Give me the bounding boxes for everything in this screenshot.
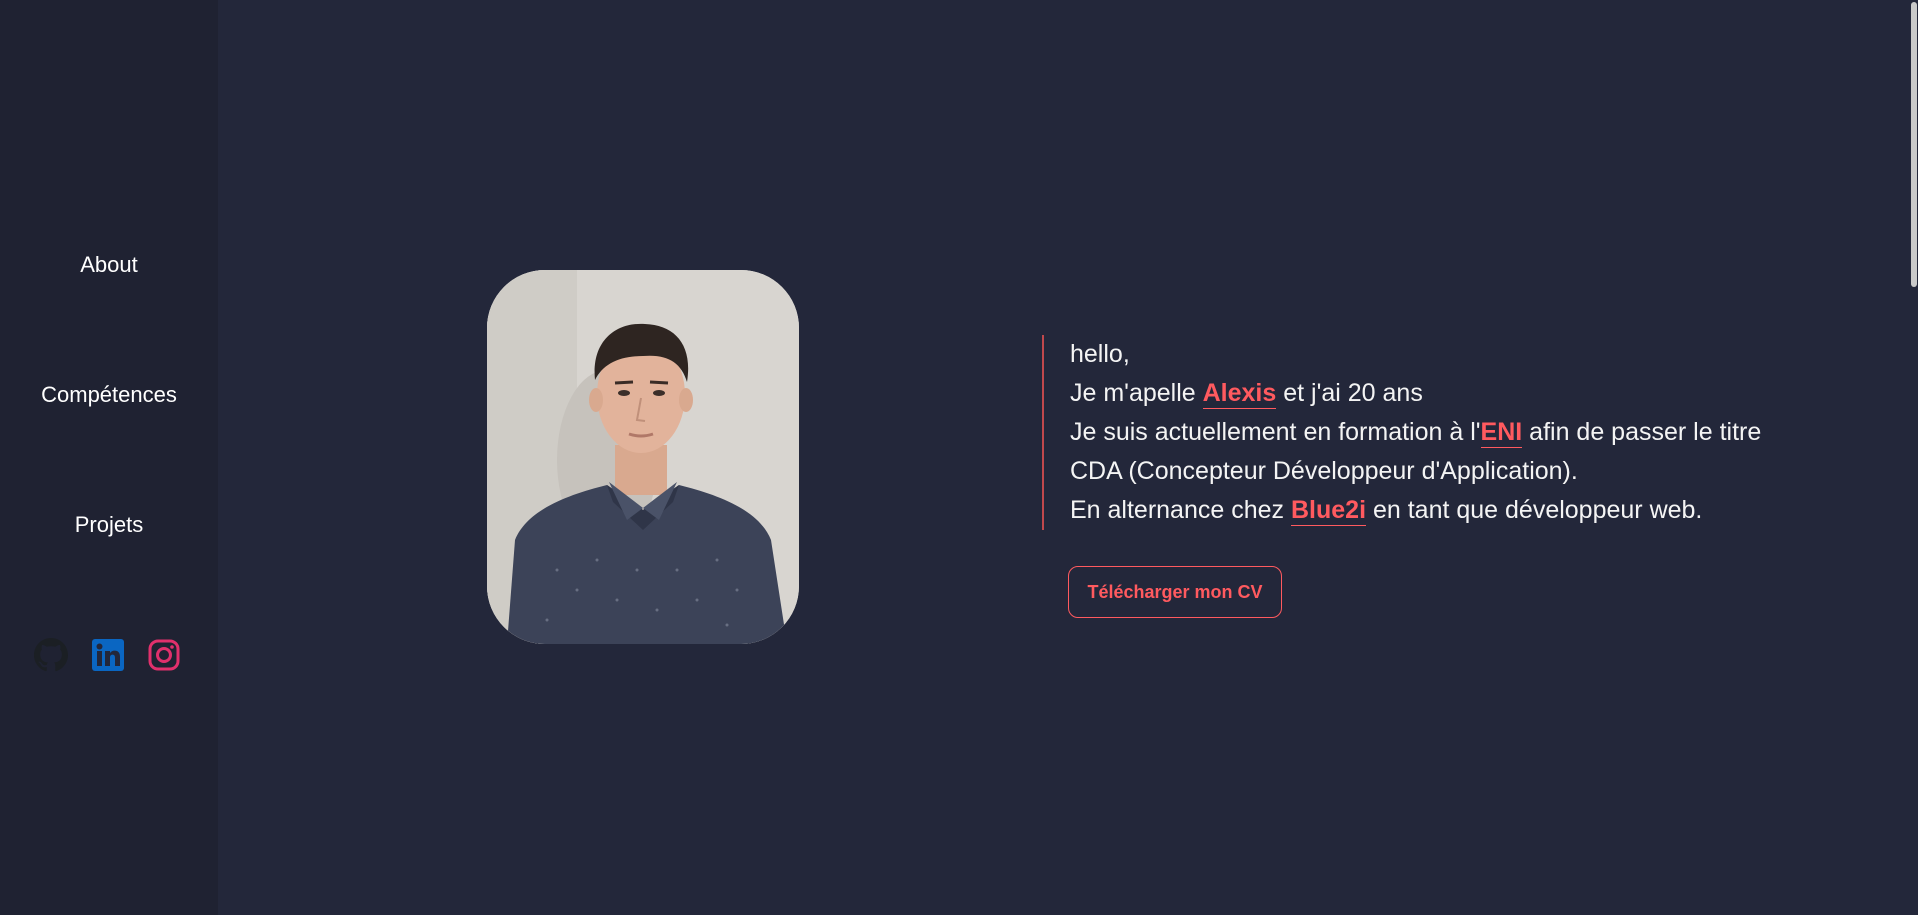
intro-line-title: CDA (Concepteur Développeur d'Applicatio… [1070,457,1578,485]
instagram-icon[interactable] [147,638,181,672]
intro-greeting: hello, [1070,340,1130,368]
sidebar: About Compétences Projets [0,0,218,915]
intro-text-segment: Je suis actuellement en formation à l' [1070,418,1481,446]
nav-item-competences[interactable]: Compétences [0,381,218,409]
nav-item-about[interactable]: About [0,251,218,279]
profile-photo [487,270,799,644]
social-links [34,638,184,674]
intro-text-segment: Je m'apelle [1070,379,1203,407]
scrollbar-thumb[interactable] [1911,2,1917,287]
intro-line-company: En alternance chez Blue2i en tant que dé… [1070,491,1770,530]
intro-line-school: Je suis actuellement en formation à l'EN… [1070,413,1770,452]
intro-text-segment: en tant que développeur web. [1366,496,1703,524]
school-link[interactable]: ENI [1480,418,1523,448]
intro-text: hello, Je m'apelle Alexis et j'ai 20 ans… [1042,335,1770,530]
intro-text-segment: En alternance chez [1070,496,1291,524]
company-link[interactable]: Blue2i [1290,496,1367,526]
intro-text-segment: afin de passer le titre [1522,418,1762,446]
download-cv-button[interactable]: Télécharger mon CV [1068,566,1282,618]
linkedin-icon[interactable] [91,638,125,672]
name-highlight: Alexis [1202,379,1277,409]
github-icon[interactable] [34,638,68,672]
intro-line-name: Je m'apelle Alexis et j'ai 20 ans [1070,374,1770,413]
intro-text-segment: et j'ai 20 ans [1276,379,1423,407]
nav-item-projets[interactable]: Projets [0,511,218,539]
